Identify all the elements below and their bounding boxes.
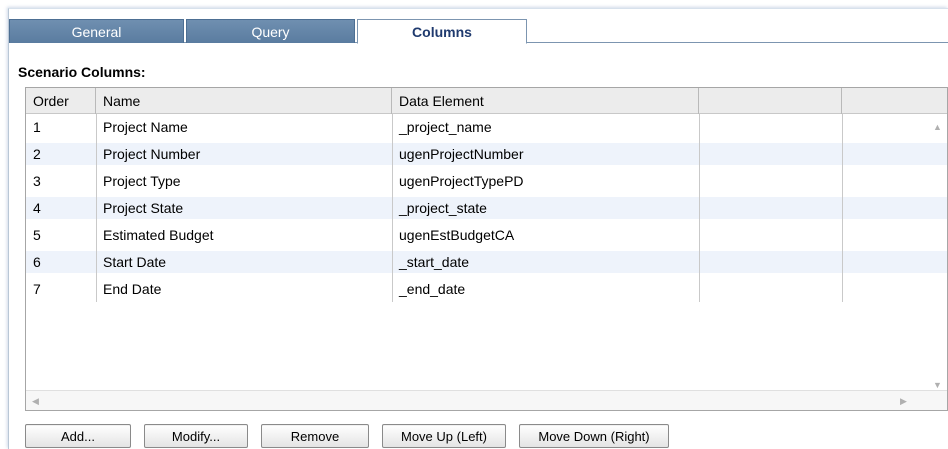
name-cell: Project Type xyxy=(103,173,181,189)
order-cell: 3 xyxy=(33,173,41,189)
column-header-order[interactable]: Order xyxy=(26,88,96,114)
tab-general-label: General xyxy=(71,23,122,40)
column-divider xyxy=(392,114,393,302)
move-up-button[interactable]: Move Up (Left) xyxy=(382,424,506,448)
order-cell: 1 xyxy=(33,119,41,135)
data-element-cell: ugenEstBudgetCA xyxy=(399,227,515,243)
order-cell: 6 xyxy=(33,254,41,270)
table-row[interactable]: 2 Project Number ugenProjectNumber xyxy=(26,143,947,165)
data-element-cell: _start_date xyxy=(399,254,470,270)
column-header-extra[interactable] xyxy=(699,88,842,114)
column-header-name[interactable]: Name xyxy=(96,88,392,114)
tab-query[interactable]: Query xyxy=(186,19,355,43)
columns-grid: Order Name Data Element 1 Project Name _… xyxy=(25,87,948,411)
name-cell: Project Number xyxy=(103,146,201,162)
data-element-cell: ugenProjectTypePD xyxy=(399,173,524,189)
name-cell: Project State xyxy=(103,200,184,216)
table-row[interactable]: 6 Start Date _start_date xyxy=(26,251,947,273)
modify-button[interactable]: Modify... xyxy=(144,424,248,448)
add-button[interactable]: Add... xyxy=(25,424,131,448)
table-row[interactable]: 5 Estimated Budget ugenEstBudgetCA xyxy=(26,224,947,246)
grid-header: Order Name Data Element xyxy=(26,88,947,114)
order-cell: 2 xyxy=(33,146,41,162)
order-cell: 5 xyxy=(33,227,41,243)
scroll-right-icon[interactable]: ▶ xyxy=(900,396,907,406)
table-row[interactable]: 4 Project State _project_state xyxy=(26,197,947,219)
name-cell: Estimated Budget xyxy=(103,227,214,243)
name-cell: Start Date xyxy=(103,254,167,270)
table-row[interactable]: 1 Project Name _project_name xyxy=(26,116,947,138)
remove-button[interactable]: Remove xyxy=(261,424,369,448)
section-title: Scenario Columns: xyxy=(18,64,146,80)
tab-query-label: Query xyxy=(251,23,290,40)
scroll-left-icon[interactable]: ◀ xyxy=(32,396,39,406)
vertical-scrollbar[interactable]: ▲ ▼ xyxy=(927,114,947,392)
tab-general[interactable]: General xyxy=(9,19,184,43)
column-header-data-element[interactable]: Data Element xyxy=(392,88,699,114)
order-cell: 7 xyxy=(33,281,41,297)
scroll-down-icon[interactable]: ▼ xyxy=(933,380,942,390)
tab-columns[interactable]: Columns xyxy=(357,19,527,44)
order-cell: 4 xyxy=(33,200,41,216)
tab-columns-label: Columns xyxy=(412,23,472,40)
data-element-cell: _project_state xyxy=(399,200,487,216)
horizontal-scrollbar[interactable]: ◀ ▶ xyxy=(26,390,947,410)
data-element-cell: ugenProjectNumber xyxy=(399,146,524,162)
table-row[interactable]: 3 Project Type ugenProjectTypePD xyxy=(26,170,947,192)
scroll-up-icon[interactable]: ▲ xyxy=(933,122,942,132)
name-cell: Project Name xyxy=(103,119,188,135)
data-element-cell: _project_name xyxy=(399,119,492,135)
tab-bar: General Query Columns xyxy=(9,9,948,44)
column-divider xyxy=(699,114,700,302)
column-divider xyxy=(842,114,843,302)
data-element-cell: _end_date xyxy=(399,281,466,297)
name-cell: End Date xyxy=(103,281,162,297)
table-row[interactable]: 7 End Date _end_date xyxy=(26,278,947,300)
move-down-button[interactable]: Move Down (Right) xyxy=(519,424,669,448)
column-divider xyxy=(96,114,97,302)
